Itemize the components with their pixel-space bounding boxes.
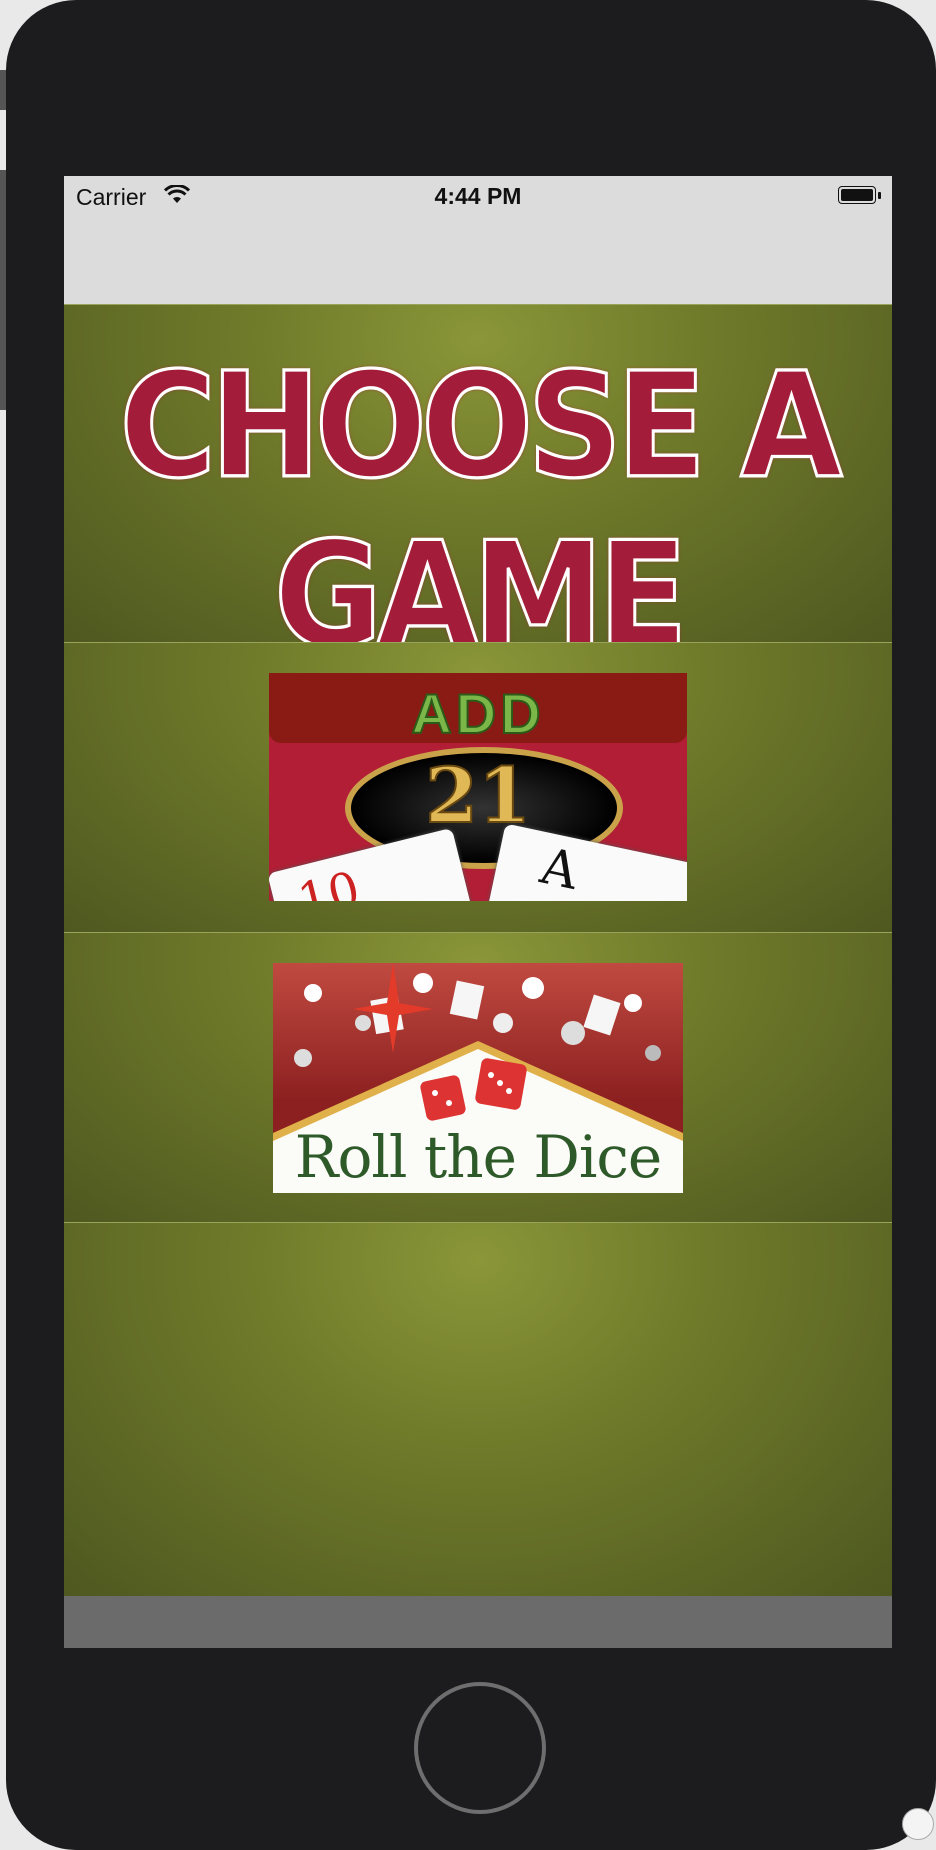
add21-add-label: ADD (410, 681, 545, 746)
home-button[interactable] (414, 1682, 546, 1814)
roll-the-dice-game-image[interactable]: Roll the Dice (273, 963, 683, 1193)
game-row-roll-the-dice[interactable]: Roll the Dice (64, 932, 892, 1223)
add21-number-label: 21 (424, 750, 532, 841)
status-bar: Carrier 4:44 PM (64, 176, 892, 216)
phone-frame: Carrier 4:44 PM CHOOSE A GAME ADD 21 10 … (6, 0, 936, 1850)
navigation-bar (64, 216, 892, 305)
clock: 4:44 PM (434, 183, 522, 209)
battery-icon (838, 186, 882, 206)
add21-game-image[interactable]: ADD 21 10 A (269, 673, 687, 901)
roll-the-dice-label: Roll the Dice (294, 1123, 662, 1191)
bottom-toolbar (64, 1596, 892, 1648)
filter-icon[interactable] (902, 1808, 934, 1840)
game-row-add21[interactable]: ADD 21 10 A (64, 642, 892, 933)
title-row: CHOOSE A GAME (64, 304, 892, 682)
card-ten-label: 10 (292, 860, 366, 901)
empty-row (64, 1222, 892, 1596)
device-screen: Carrier 4:44 PM CHOOSE A GAME ADD 21 10 … (64, 176, 892, 1648)
card-ace-label: A (535, 836, 584, 901)
choose-a-game-title: CHOOSE A GAME (118, 340, 844, 682)
